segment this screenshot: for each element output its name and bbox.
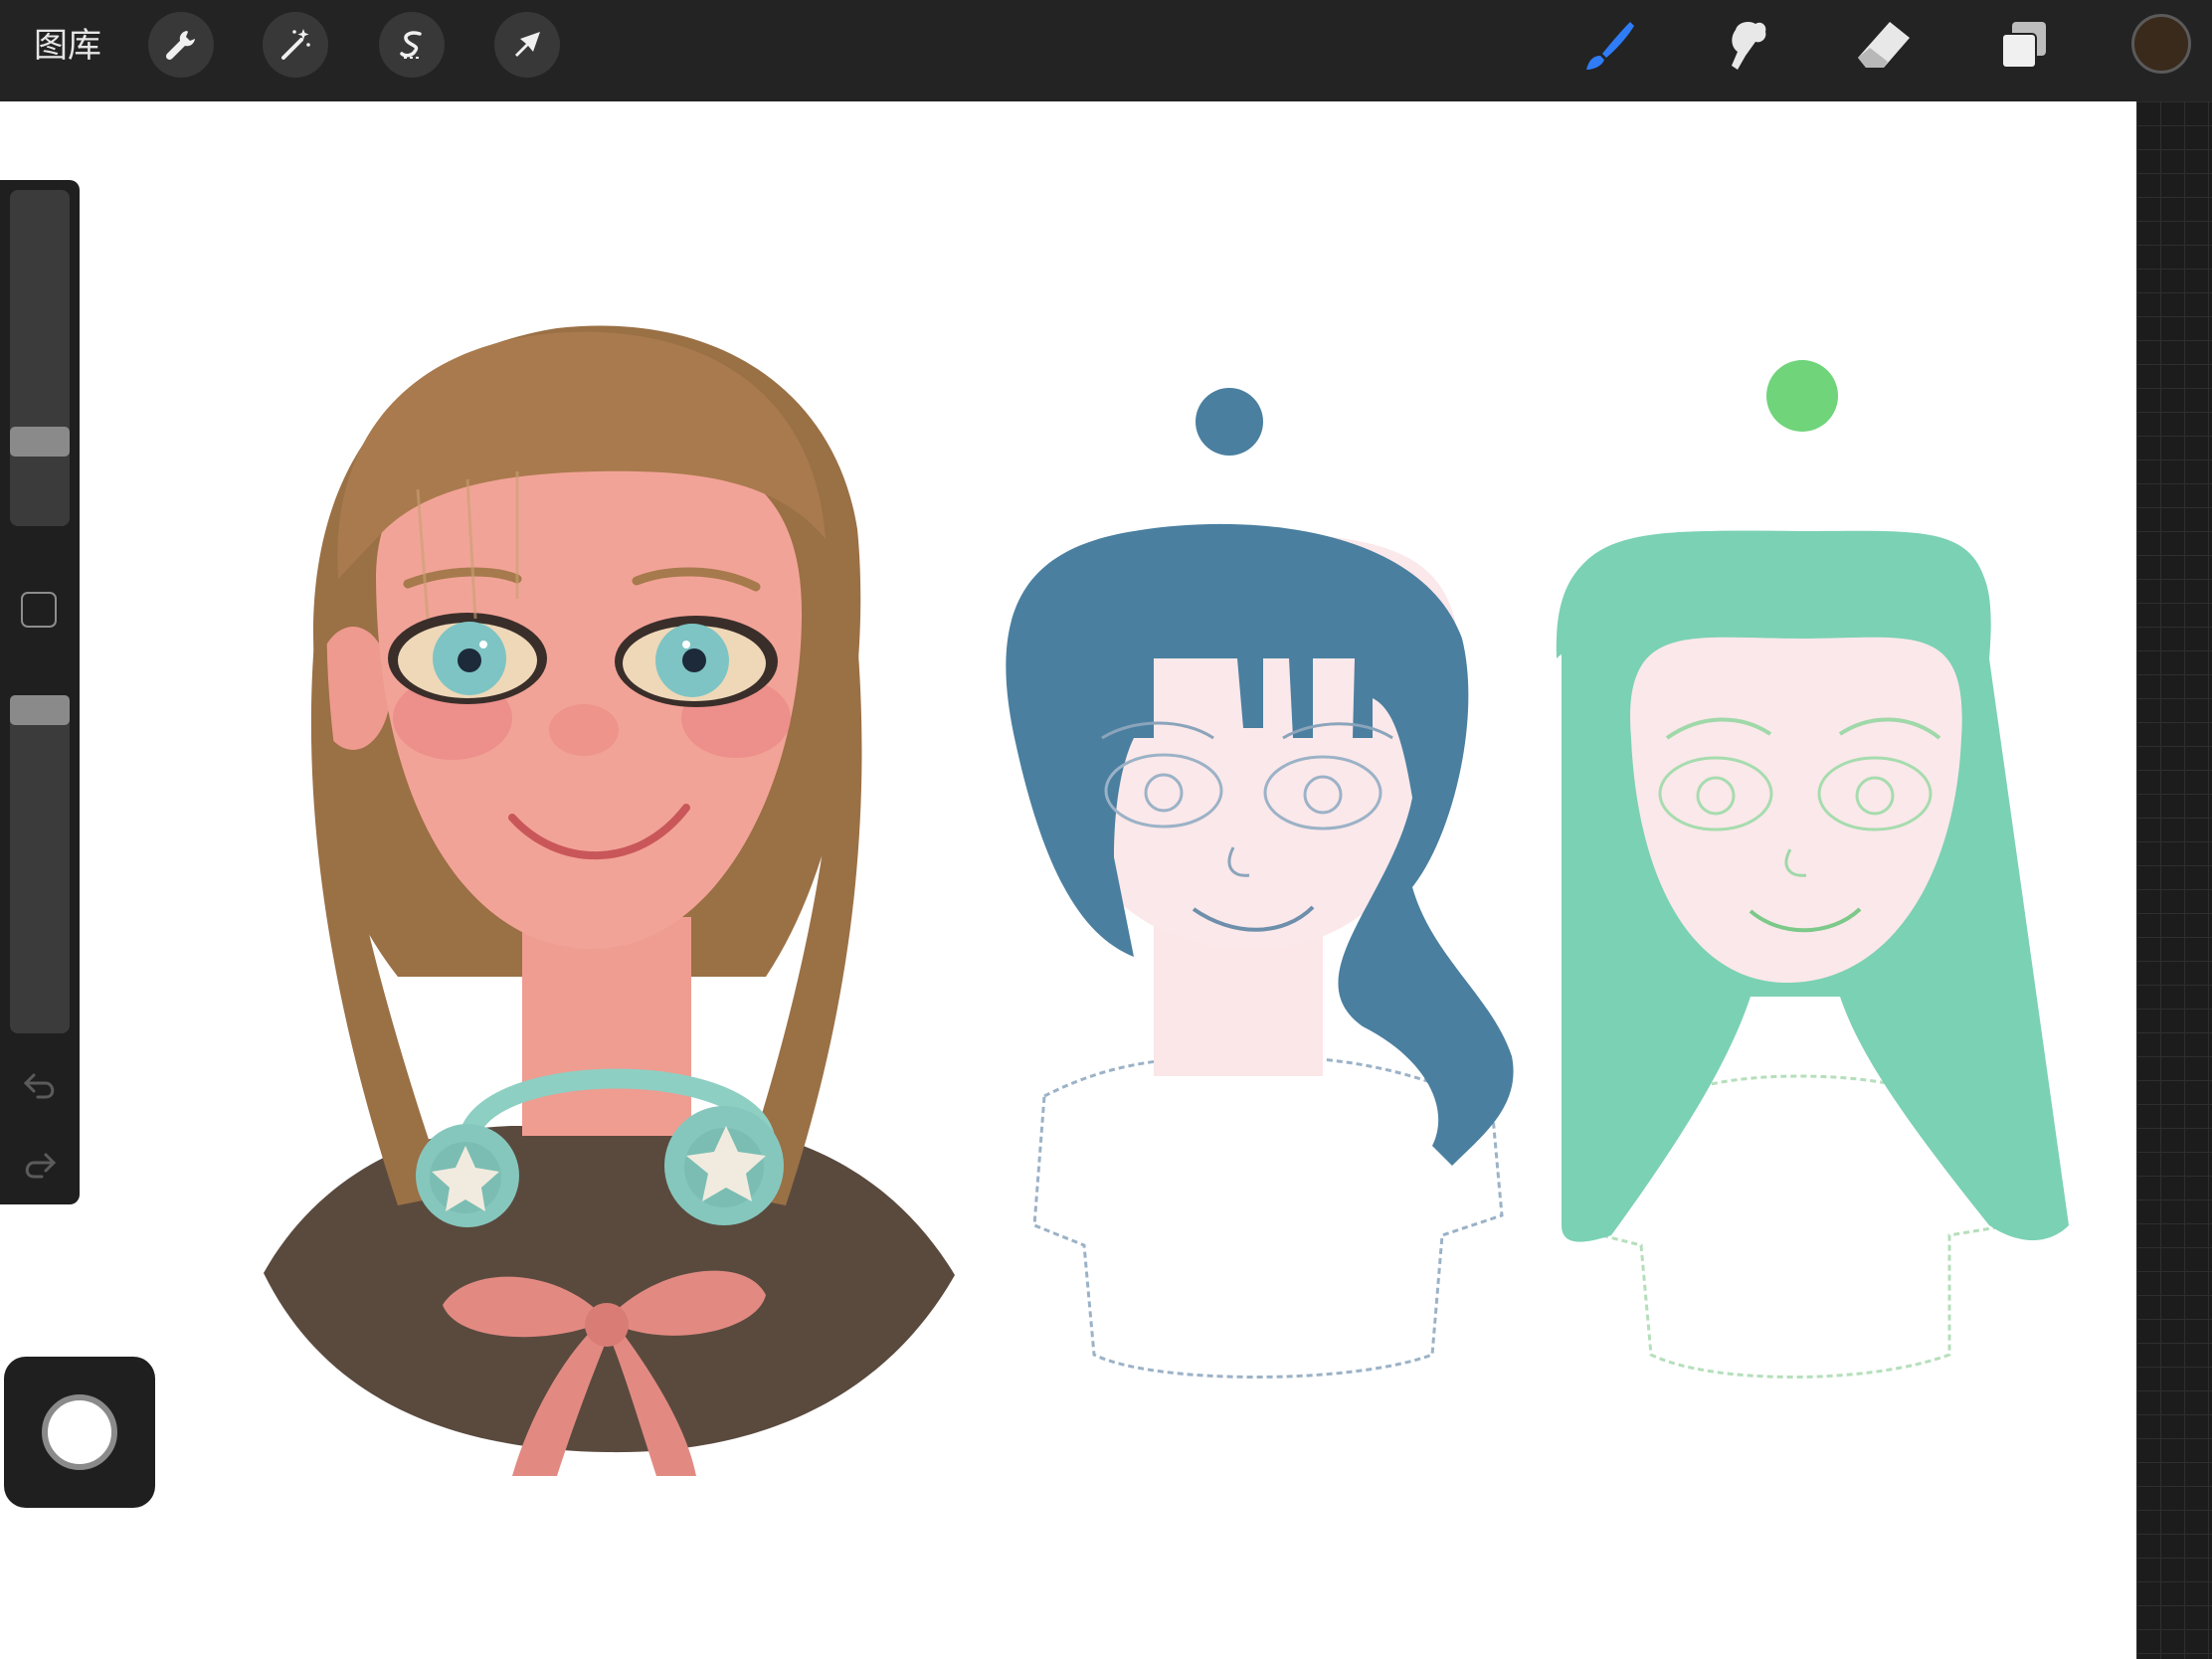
drawing-canvas[interactable] (0, 101, 2136, 1659)
circle-button-icon (42, 1394, 117, 1470)
eraser-tool-button[interactable] (1848, 10, 1920, 82)
blue-color-dot (1196, 388, 1263, 456)
brush-icon (1586, 22, 1634, 70)
workspace-grid-background (2136, 101, 2212, 1659)
brush-size-thumb[interactable] (10, 427, 70, 457)
quickshape-button[interactable] (4, 1357, 155, 1508)
artwork (264, 325, 2069, 1476)
color-picker-button[interactable] (2131, 14, 2191, 74)
magic-wand-icon (281, 29, 310, 60)
green-color-dot (1766, 360, 1838, 432)
layers-button[interactable] (1988, 10, 2060, 82)
undo-button[interactable] (18, 1063, 62, 1107)
top-toolbar: 图库 (0, 0, 2212, 102)
eraser-icon (1858, 22, 1910, 68)
blue-hair-sketch (1006, 523, 1514, 1379)
transform-arrow-icon (515, 32, 540, 57)
redo-button[interactable] (18, 1143, 62, 1187)
selection-icon (400, 31, 422, 59)
smudge-tool-button[interactable] (1710, 10, 1781, 82)
green-hair-sketch (1556, 530, 2069, 1379)
brush-sidebar (0, 180, 80, 1204)
brush-tool-button[interactable] (1572, 10, 1644, 82)
gallery-button[interactable]: 图库 (34, 18, 101, 74)
opacity-thumb[interactable] (10, 695, 70, 725)
modify-button[interactable] (21, 592, 57, 628)
layers-icon (2001, 22, 2046, 69)
finished-character-illustration (264, 325, 955, 1476)
selection-button[interactable] (379, 12, 445, 78)
adjustments-button[interactable] (263, 12, 328, 78)
brush-size-slider[interactable] (10, 190, 70, 526)
opacity-slider[interactable] (10, 695, 70, 1033)
actions-button[interactable] (148, 12, 214, 78)
redo-icon (25, 1153, 57, 1179)
smudge-icon (1732, 22, 1766, 70)
transform-button[interactable] (494, 12, 560, 78)
undo-icon (23, 1073, 55, 1099)
wrench-icon (165, 31, 195, 61)
